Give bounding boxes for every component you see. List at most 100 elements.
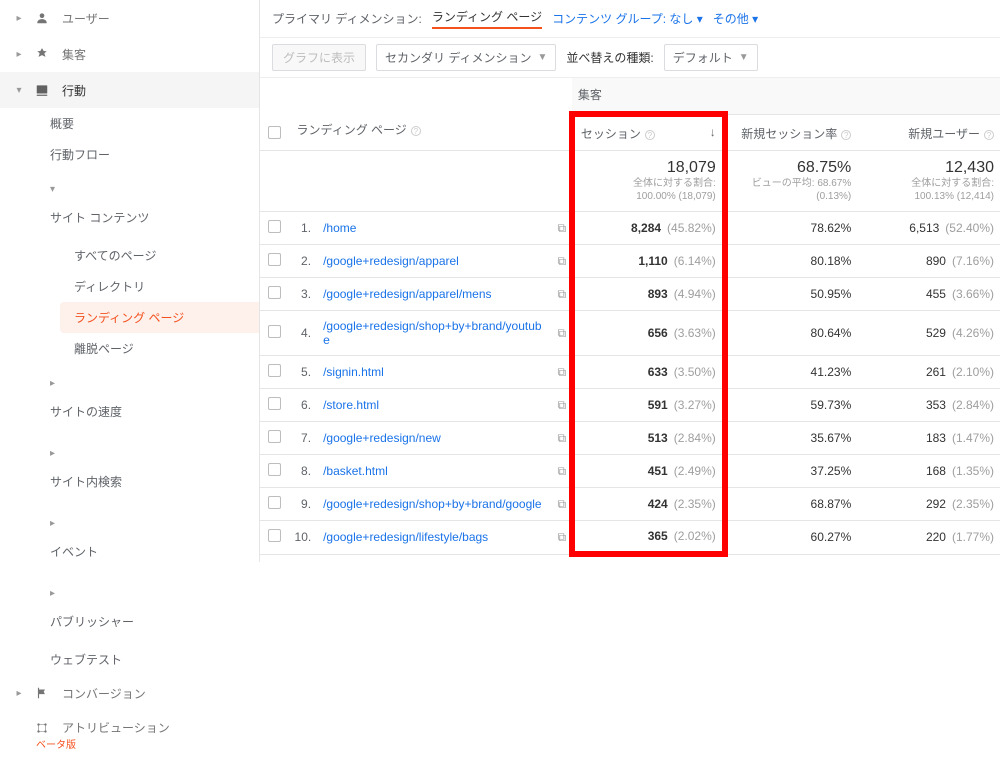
row-checkbox[interactable] [268,430,281,443]
row-checkbox[interactable] [268,397,281,410]
nav-conversions[interactable]: ▸ コンバージョン [0,675,259,711]
row-checkbox[interactable] [268,529,281,542]
nav-publisher[interactable]: ▸パブリッシャー [50,574,259,644]
cell-sessions: 1,110(6.14%) [572,245,725,278]
row-index: 4. [289,311,318,356]
nav-all-pages[interactable]: すべてのページ [50,240,259,271]
cell-rate: 68.87% [725,488,858,521]
table-row: 8./basket.html⧉451(2.49%)37.25%168(1.35%… [260,455,1000,488]
popout-icon[interactable]: ⧉ [551,245,571,278]
nav-overview[interactable]: 概要 [50,108,259,139]
landing-page-link[interactable]: /basket.html [323,464,388,478]
help-icon[interactable]: ? [984,130,994,140]
popout-icon[interactable]: ⧉ [551,521,571,555]
row-checkbox[interactable] [268,253,281,266]
nav-behavior[interactable]: ▾ 行動 [0,72,259,108]
caret-right-icon: ▸ [50,581,243,606]
row-checkbox[interactable] [268,364,281,377]
nav-landing-pages[interactable]: ランディング ページ [60,302,259,333]
caret-down-icon: ▾ [12,85,26,96]
data-table: ランディング ページ? 集客 セッション?↓ 新規セッション率? 新規ユーザー?… [260,78,1000,557]
cell-users: 890(7.16%) [857,245,1000,278]
landing-page-link[interactable]: /google+redesign/new [323,431,441,445]
nav-site-speed[interactable]: ▸サイトの速度 [50,364,259,434]
nav-exit-pages[interactable]: 離脱ページ [50,333,259,364]
table-row: 4./google+redesign/shop+by+brand/youtube… [260,311,1000,356]
table-row: 2. /google+redesign/apparel ⧉1,110(6.14%) 8… [260,245,1000,278]
nav-attribution[interactable]: アトリビューション ベータ版 [0,711,259,759]
caret-right-icon: ▸ [12,49,26,60]
nav-behavior-flow[interactable]: 行動フロー [50,139,259,170]
nav-conversions-label: コンバージョン [62,685,146,702]
caret-down-icon: ▾ [50,177,243,202]
popout-icon[interactable]: ⧉ [551,356,571,389]
row-checkbox[interactable] [268,220,281,233]
nav-events[interactable]: ▸イベント [50,504,259,574]
landing-page-link[interactable]: /signin.html [323,365,384,379]
row-checkbox[interactable] [268,463,281,476]
cell-rate: 59.73% [725,389,858,422]
caret-right-icon: ▸ [12,13,26,24]
cell-rate: 78.62% [725,212,858,245]
nav-acquisition-label: 集客 [62,46,86,63]
landing-page-link[interactable]: /google+redesign/lifestyle/bags [323,530,488,544]
select-all-checkbox[interactable] [268,126,281,139]
th-sessions[interactable]: セッション?↓ [572,114,725,151]
nav-web-test[interactable]: ウェブテスト [50,644,259,675]
beta-badge: ベータ版 [12,736,247,751]
cell-users: 168(1.35%) [857,455,1000,488]
th-new-session-rate[interactable]: 新規セッション率? [725,114,858,151]
nav-users[interactable]: ▸ ユーザー [0,0,259,36]
help-icon[interactable]: ? [645,130,655,140]
cell-users: 529(4.26%) [857,311,1000,356]
row-checkbox[interactable] [268,496,281,509]
popout-icon[interactable]: ⧉ [551,455,571,488]
nav-site-content[interactable]: ▾サイト コンテンツ [50,170,259,240]
landing-page-link[interactable]: /google+redesign/apparel [323,254,459,268]
landing-page-link[interactable]: /store.html [323,398,379,412]
cell-rate: 80.64% [725,311,858,356]
help-icon[interactable]: ? [411,126,421,136]
cell-sessions: 513(2.84%) [572,422,725,455]
cell-rate: 37.25% [725,455,858,488]
cell-rate: 60.27% [725,521,858,555]
dim-content-group[interactable]: コンテンツ グループ: なし ▾ [552,10,703,27]
row-checkbox[interactable] [268,286,281,299]
attribution-icon [32,720,52,735]
cell-rate: 41.23% [725,356,858,389]
row-index: 5. [289,356,318,389]
landing-page-link[interactable]: /home [323,221,356,235]
landing-page-link[interactable]: /google+redesign/shop+by+brand/youtube [323,319,542,347]
landing-page-link[interactable]: /google+redesign/apparel/mens [323,287,491,301]
show-in-graph-button[interactable]: グラフに表示 [272,44,366,71]
sort-type-select[interactable]: デフォルト▼ [664,44,758,71]
dim-other[interactable]: その他 ▾ [713,10,758,27]
behavior-submenu: 概要 行動フロー ▾サイト コンテンツ すべてのページ ディレクトリ ランディン… [0,108,259,675]
row-index: 8. [289,455,318,488]
th-new-users[interactable]: 新規ユーザー? [857,114,1000,151]
nav-directory[interactable]: ディレクトリ [50,271,259,302]
caret-right-icon: ▸ [50,511,243,536]
th-landing-page[interactable]: ランディング ページ? [289,78,572,151]
popout-icon[interactable]: ⧉ [551,311,571,356]
nav-site-search[interactable]: ▸サイト内検索 [50,434,259,504]
chevron-down-icon: ▼ [538,52,548,63]
nav-acquisition[interactable]: ▸ 集客 [0,36,259,72]
popout-icon[interactable]: ⧉ [551,422,571,455]
help-icon[interactable]: ? [841,130,851,140]
landing-page-link[interactable]: /google+redesign/shop+by+brand/google [323,497,542,511]
popout-icon[interactable]: ⧉ [551,278,571,311]
row-checkbox[interactable] [268,325,281,338]
row-index: 2. [289,245,318,278]
dim-landing-page[interactable]: ランディング ページ [432,8,542,29]
popout-icon[interactable]: ⧉ [551,389,571,422]
acquisition-icon [32,47,52,62]
sidebar: ▸ ユーザー ▸ 集客 ▾ 行動 概要 行動フロー ▾サイト コンテンツ すべて… [0,0,260,562]
main-content: プライマリ ディメンション: ランディング ページ コンテンツ グループ: なし… [260,0,1000,562]
cell-sessions: 656(3.63%) [572,311,725,356]
secondary-dimension-select[interactable]: セカンダリ ディメンション▼ [376,44,556,71]
user-icon [32,11,52,26]
popout-icon[interactable]: ⧉ [551,488,571,521]
sort-desc-icon: ↓ [710,125,716,139]
popout-icon[interactable]: ⧉ [551,212,571,245]
